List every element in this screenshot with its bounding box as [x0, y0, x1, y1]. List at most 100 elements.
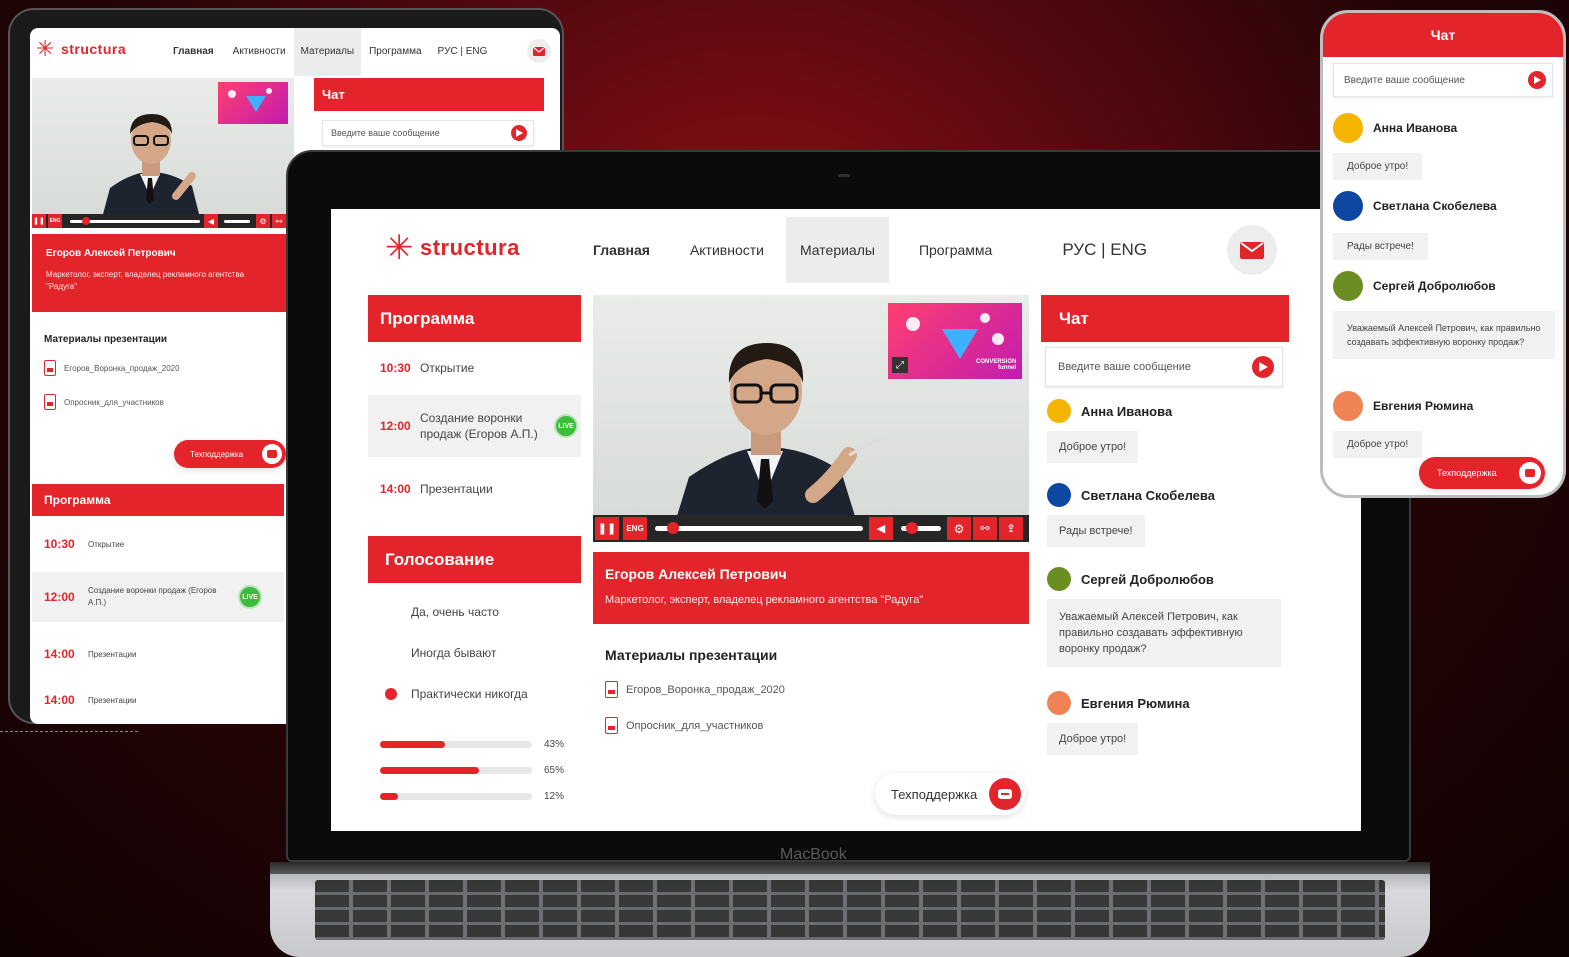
- tablet-nav: Главная Активности Материалы Программа Р…: [162, 28, 495, 76]
- schedule-row[interactable]: 14:00 Презентации: [368, 467, 581, 511]
- file-link[interactable]: Опросник_для_участников: [44, 394, 164, 410]
- logo[interactable]: ✳ structura: [36, 38, 126, 60]
- decorative-line: [0, 731, 138, 732]
- vote-option[interactable]: Иногда бывают: [411, 646, 496, 660]
- schedule-row[interactable]: 10:30 Открытие: [368, 347, 581, 389]
- schedule-title: Презентации: [88, 649, 137, 659]
- slide-thumbnail[interactable]: [218, 82, 288, 124]
- slide-thumbnail[interactable]: ⤢ CONVERSION funnel: [888, 303, 1022, 379]
- chat-user: Сергей Добролюбов: [1047, 567, 1214, 591]
- progress-knob[interactable]: [667, 522, 680, 534]
- message-text: Рады встрече!: [1059, 525, 1133, 537]
- file-link[interactable]: Егоров_Воронка_продаж_2020: [44, 360, 180, 376]
- tablet-chat-input[interactable]: Введите ваше сообщение: [322, 120, 534, 146]
- schedule-row-current[interactable]: 12:00 Создание воронки продаж (Егоров А.…: [368, 395, 581, 457]
- user-avatar: [1047, 399, 1071, 423]
- chat-user: Анна Иванова: [1047, 399, 1172, 423]
- language-switch[interactable]: РУС | ENG: [1022, 217, 1169, 283]
- mail-button[interactable]: [1227, 225, 1277, 275]
- support-button[interactable]: Техподдержка: [1419, 457, 1545, 489]
- tablet-speaker-card: Егоров Алексей Петрович Маркетолог, эксп…: [32, 234, 294, 312]
- lang-button[interactable]: ENG: [623, 517, 647, 540]
- expand-icon[interactable]: ⤢: [892, 357, 908, 373]
- lang-button[interactable]: ENG: [48, 214, 62, 228]
- phone-chat-header: Чат: [1323, 13, 1563, 57]
- mute-button[interactable]: ◀: [204, 214, 218, 228]
- chat-user: Евгения Рюмина: [1333, 391, 1473, 421]
- mute-button[interactable]: ◀: [869, 517, 893, 540]
- tablet-video-player[interactable]: ❚❚ ENG ◀ ⚙ ⚯: [32, 78, 294, 228]
- file-link[interactable]: Опросник_для_участников: [605, 717, 763, 734]
- speaker-card: Егоров Алексей Петрович Маркетолог, эксп…: [593, 552, 1029, 624]
- support-button[interactable]: Техподдержка: [875, 773, 1025, 815]
- vote-option-selected[interactable]: Практически никогда: [385, 687, 528, 701]
- phone-chat-input[interactable]: Введите ваше сообщение: [1333, 63, 1553, 97]
- message-text: Доброе утро!: [1059, 441, 1127, 453]
- voting-title: Голосование: [385, 549, 495, 569]
- chat-title: Чат: [322, 87, 345, 102]
- schedule-row-current[interactable]: 12:00 Создание воронки продаж (Егоров А.…: [32, 572, 284, 622]
- volume-slider[interactable]: [901, 522, 941, 534]
- main-nav: Главная Активности Материалы Программа Р…: [575, 217, 1169, 283]
- link-button[interactable]: ⚯: [973, 517, 997, 540]
- language-switch[interactable]: РУС | ENG: [430, 28, 496, 76]
- support-button[interactable]: Техподдержка: [174, 440, 286, 468]
- user-avatar: [1333, 191, 1363, 221]
- schedule-row[interactable]: 10:30 Открытие: [32, 524, 284, 564]
- video-player[interactable]: ⤢ CONVERSION funnel ❚❚ ENG ◀ ⚙ ⚯ ⇪: [593, 295, 1029, 542]
- schedule-row[interactable]: 14:00 Презентации: [32, 680, 284, 720]
- tablet-header: ✳ structura Главная Активности Материалы…: [30, 28, 560, 76]
- chat-input-placeholder: Введите ваше сообщение: [1344, 74, 1465, 86]
- user-name: Анна Иванова: [1373, 121, 1458, 135]
- nav-program[interactable]: Программа: [361, 28, 429, 76]
- progress-knob[interactable]: [82, 216, 90, 225]
- volume-slider[interactable]: [224, 219, 250, 223]
- logo-icon: ✳: [36, 36, 55, 61]
- nav-home[interactable]: Главная: [162, 28, 225, 76]
- settings-button[interactable]: ⚙: [256, 214, 270, 228]
- send-icon[interactable]: [1252, 356, 1274, 378]
- settings-button[interactable]: ⚙: [947, 517, 971, 540]
- schedule-title: Открытие: [420, 361, 475, 375]
- mail-button[interactable]: [527, 39, 551, 63]
- program-title: Программа: [44, 493, 111, 507]
- nav-activities[interactable]: Активности: [225, 28, 294, 76]
- file-link[interactable]: Егоров_Воронка_продаж_2020: [605, 681, 785, 698]
- nav-activities[interactable]: Активности: [668, 217, 786, 283]
- support-label: Техподдержка: [891, 786, 978, 802]
- logo[interactable]: ✳ structura: [385, 231, 520, 265]
- pause-button[interactable]: ❚❚: [32, 214, 46, 228]
- chat-message: Уважаемый Алексей Петрович, как правильн…: [1333, 311, 1555, 359]
- user-avatar: [1047, 483, 1071, 507]
- schedule-row[interactable]: 14:00 Презентации: [32, 634, 284, 674]
- nav-materials[interactable]: Материалы: [293, 28, 362, 76]
- chat-input[interactable]: Введите ваше сообщение: [1045, 347, 1283, 387]
- send-icon[interactable]: [1528, 71, 1546, 89]
- speaker-bio: Маркетолог, эксперт, владелец рекламного…: [46, 270, 245, 291]
- link-button[interactable]: ⚯: [272, 214, 286, 228]
- chat-input-placeholder: Введите ваше сообщение: [331, 128, 440, 138]
- nav-home[interactable]: Главная: [575, 217, 668, 283]
- user-avatar: [1047, 691, 1071, 715]
- nav-materials[interactable]: Материалы: [785, 217, 889, 283]
- nav-program[interactable]: Программа: [889, 217, 1022, 283]
- progress-bar[interactable]: [655, 522, 863, 534]
- live-badge: LIVE: [554, 414, 578, 438]
- pause-button[interactable]: ❚❚: [595, 517, 619, 540]
- chat-title: Чат: [1059, 308, 1089, 328]
- schedule-time: 10:30: [44, 537, 75, 551]
- chat-user: Евгения Рюмина: [1047, 691, 1190, 715]
- schedule-title: Открытие: [88, 539, 125, 549]
- chat-message: Доброе утро!: [1333, 153, 1423, 180]
- vote-option[interactable]: Да, очень часто: [411, 605, 499, 619]
- phone-device: Чат Введите ваше сообщение Анна Иванова …: [1320, 10, 1566, 498]
- vote-results: 43% 65% 12%: [380, 731, 570, 809]
- send-icon[interactable]: [511, 125, 527, 141]
- volume-knob[interactable]: [905, 522, 918, 534]
- chat-message: Рады встрече!: [1047, 515, 1145, 547]
- message-text: Рады встрече!: [1347, 241, 1414, 252]
- progress-bar[interactable]: [70, 216, 200, 225]
- user-name: Светлана Скобелева: [1081, 487, 1215, 503]
- vote-option-label: Практически никогда: [411, 687, 528, 701]
- share-button[interactable]: ⇪: [999, 517, 1023, 540]
